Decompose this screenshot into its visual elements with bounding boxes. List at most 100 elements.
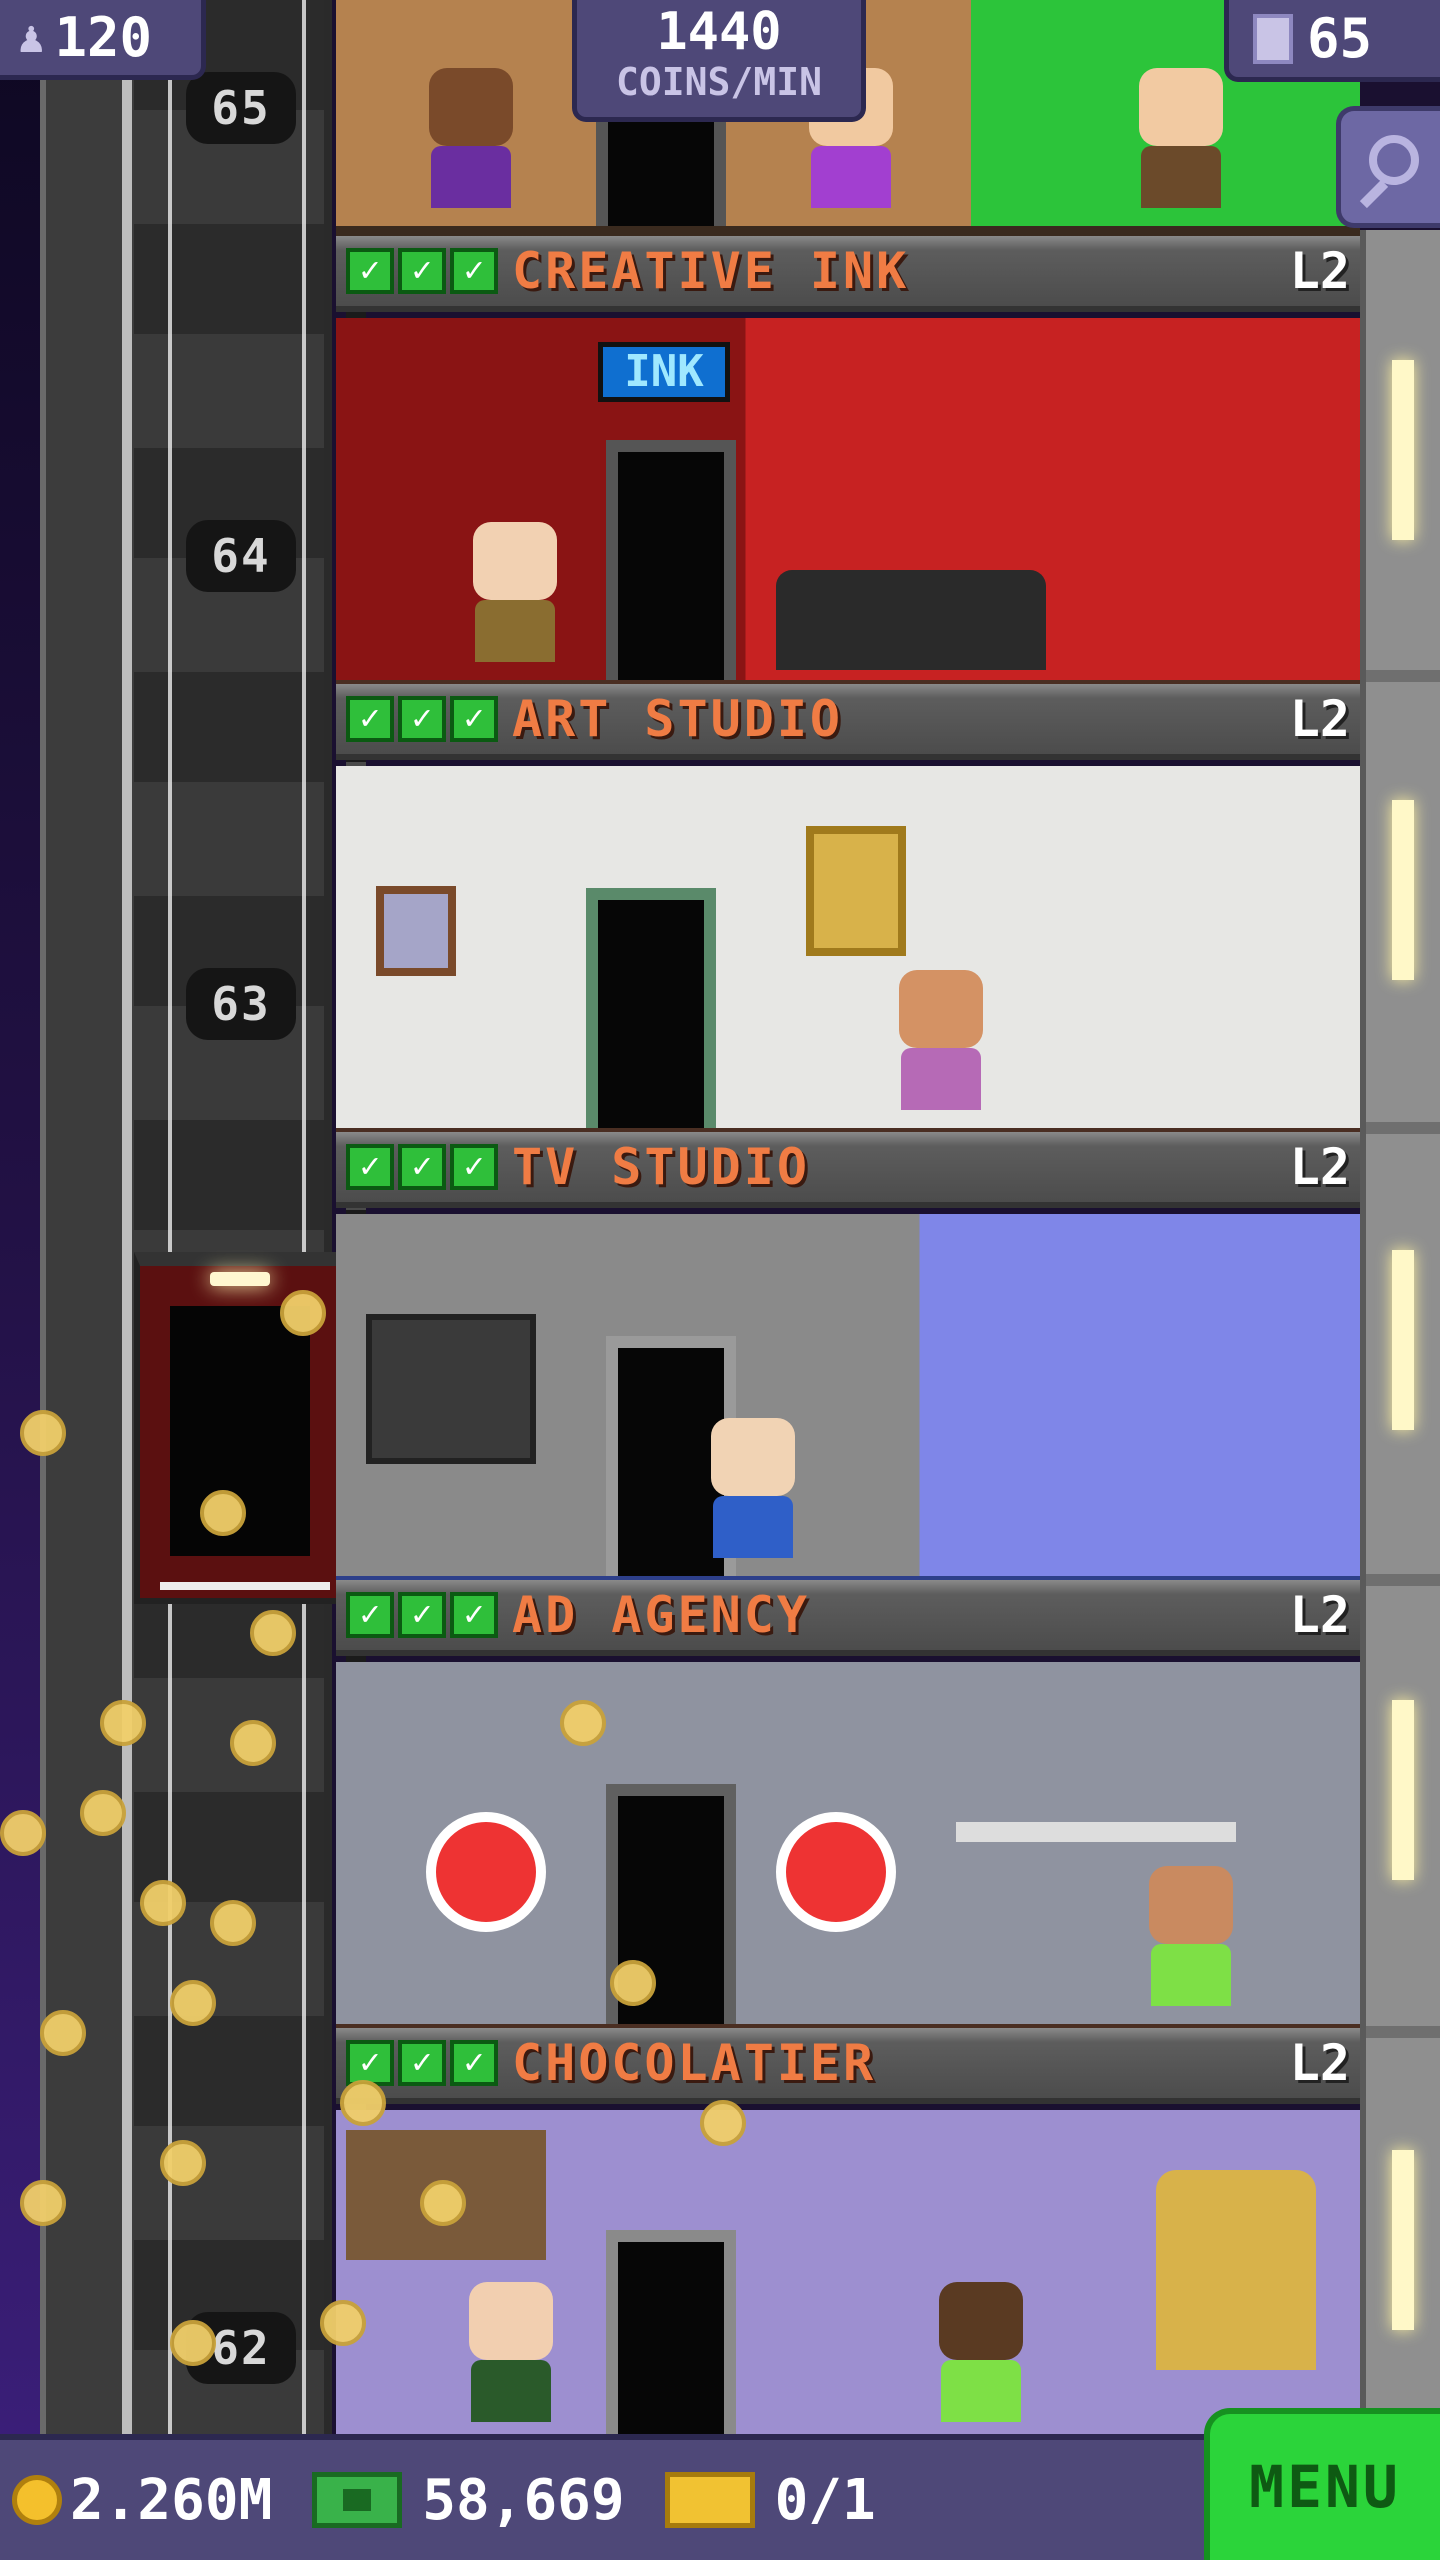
bux-balance[interactable]: 58,669 xyxy=(272,2467,625,2533)
population-counter[interactable]: ♟ 120 xyxy=(0,0,206,80)
flying-coin xyxy=(80,1790,126,1836)
checkmark-icon: ✓ xyxy=(398,2040,446,2086)
room-door xyxy=(606,440,736,680)
checks: ✓ ✓ ✓ xyxy=(346,696,498,742)
floor-name: ART STUDIO xyxy=(512,690,844,748)
resident-sprite[interactable] xyxy=(708,1418,798,1558)
painting-frame xyxy=(806,826,906,956)
floor-name: CHOCOLATIER xyxy=(512,2034,877,2092)
floor-count-value: 65 xyxy=(1307,7,1373,70)
egg-chair xyxy=(426,1812,546,1932)
shaft-rail xyxy=(122,0,132,2440)
room-interior xyxy=(336,766,1360,1138)
checks: ✓ ✓ ✓ xyxy=(346,1592,498,1638)
wall-lamp xyxy=(1392,800,1414,980)
resident-sprite[interactable] xyxy=(896,970,986,1110)
resident-sprite[interactable] xyxy=(1146,1866,1236,2006)
wall-lamp xyxy=(1392,1250,1414,1430)
floor-counter[interactable]: 65 xyxy=(1224,0,1440,82)
building-icon xyxy=(1253,13,1293,64)
floor-level: L2 xyxy=(1289,690,1350,748)
control-console xyxy=(366,1314,536,1464)
floor-number-label: 65 xyxy=(186,72,296,144)
checkmark-icon: ✓ xyxy=(398,696,446,742)
resident-sprite[interactable] xyxy=(426,68,516,208)
person-icon: ♟ xyxy=(18,12,45,63)
coin-value: 2.260M xyxy=(70,2467,273,2533)
flying-coin xyxy=(320,2300,366,2346)
coins-per-minute-value: 1440 xyxy=(656,2,782,62)
resident-sprite[interactable] xyxy=(936,2282,1026,2422)
search-button[interactable] xyxy=(1336,106,1440,228)
checkmark-icon: ✓ xyxy=(398,1592,446,1638)
checkmark-icon: ✓ xyxy=(346,248,394,294)
flying-coin xyxy=(0,1810,46,1856)
room-door xyxy=(586,888,716,1128)
elevator-light xyxy=(210,1272,270,1286)
night-sky xyxy=(0,0,40,2440)
checkmark-icon: ✓ xyxy=(398,1144,446,1190)
bux-icon xyxy=(312,2472,403,2528)
floor-name: CREATIVE INK xyxy=(512,242,910,300)
floor-number-label: 64 xyxy=(186,520,296,592)
flying-coin xyxy=(170,1980,216,2026)
coin-icon xyxy=(12,2475,62,2525)
floor-level: L2 xyxy=(1289,2034,1350,2092)
floor-banner[interactable]: ✓ ✓ ✓ AD AGENCY L2 xyxy=(336,1580,1360,1656)
wall-lamp xyxy=(1392,2150,1414,2330)
population-value: 120 xyxy=(54,6,153,69)
sofa xyxy=(776,570,1046,670)
floor-level: L2 xyxy=(1289,242,1350,300)
desk xyxy=(956,1822,1236,1842)
room-door xyxy=(606,2230,736,2440)
flying-coin xyxy=(560,1700,606,1746)
flying-coin xyxy=(20,2180,66,2226)
coins-per-minute-panel[interactable]: 1440 COINS/MIN xyxy=(572,0,866,122)
ticket-value: 0/1 xyxy=(774,2467,876,2533)
coins-per-minute-label: COINS/MIN xyxy=(616,60,822,104)
room-interior: INK xyxy=(336,318,1360,690)
search-icon-handle xyxy=(1359,179,1389,209)
resident-sprite[interactable] xyxy=(1136,68,1226,208)
floor-banner[interactable]: ✓ ✓ ✓ TV STUDIO L2 xyxy=(336,1132,1360,1208)
checkmark-icon: ✓ xyxy=(450,1592,498,1638)
building-pillar xyxy=(1360,230,1440,2440)
floor-banner[interactable]: ✓ ✓ ✓ CREATIVE INK L2 xyxy=(336,236,1360,312)
coin-balance[interactable]: 2.260M xyxy=(0,2468,272,2533)
ticket-balance[interactable]: 0/1 xyxy=(625,2468,876,2533)
checkmark-icon: ✓ xyxy=(450,1144,498,1190)
floor-level: L2 xyxy=(1289,1138,1350,1196)
floor-name: AD AGENCY xyxy=(512,1586,810,1644)
floor-level: L2 xyxy=(1289,1586,1350,1644)
flying-coin xyxy=(250,1610,296,1656)
floor-banner[interactable]: ✓ ✓ ✓ ART STUDIO L2 xyxy=(336,684,1360,760)
flying-coin xyxy=(340,2080,386,2126)
painting-frame xyxy=(376,886,456,976)
menu-button[interactable]: MENU xyxy=(1204,2408,1440,2560)
flying-coin xyxy=(160,2140,206,2186)
flying-coin xyxy=(700,2100,746,2146)
checkmark-icon: ✓ xyxy=(450,696,498,742)
flying-coin xyxy=(210,1900,256,1946)
elevator-cable xyxy=(168,0,172,2440)
resident-sprite[interactable] xyxy=(470,522,560,662)
checkmark-icon: ✓ xyxy=(346,2040,394,2086)
flying-coin xyxy=(610,1960,656,2006)
chocolate-vat xyxy=(1156,2170,1316,2370)
checks: ✓ ✓ ✓ xyxy=(346,1144,498,1190)
elevator-shaft[interactable]: 65 64 63 62 xyxy=(40,0,366,2440)
flying-coin xyxy=(230,1720,276,1766)
flying-coin xyxy=(100,1700,146,1746)
floor-banner[interactable]: ✓ ✓ ✓ CHOCOLATIER L2 xyxy=(336,2028,1360,2104)
resident-sprite[interactable] xyxy=(466,2282,556,2422)
floor-name: TV STUDIO xyxy=(512,1138,810,1196)
wall-lamp xyxy=(1392,360,1414,540)
flying-coin xyxy=(170,2320,216,2366)
ticket-icon xyxy=(664,2472,755,2528)
bux-value: 58,669 xyxy=(422,2467,625,2533)
elevator-cable xyxy=(302,0,306,2440)
flying-coin xyxy=(200,1490,246,1536)
flying-coin xyxy=(20,1410,66,1456)
checks: ✓ ✓ ✓ xyxy=(346,2040,498,2086)
checks: ✓ ✓ ✓ xyxy=(346,248,498,294)
